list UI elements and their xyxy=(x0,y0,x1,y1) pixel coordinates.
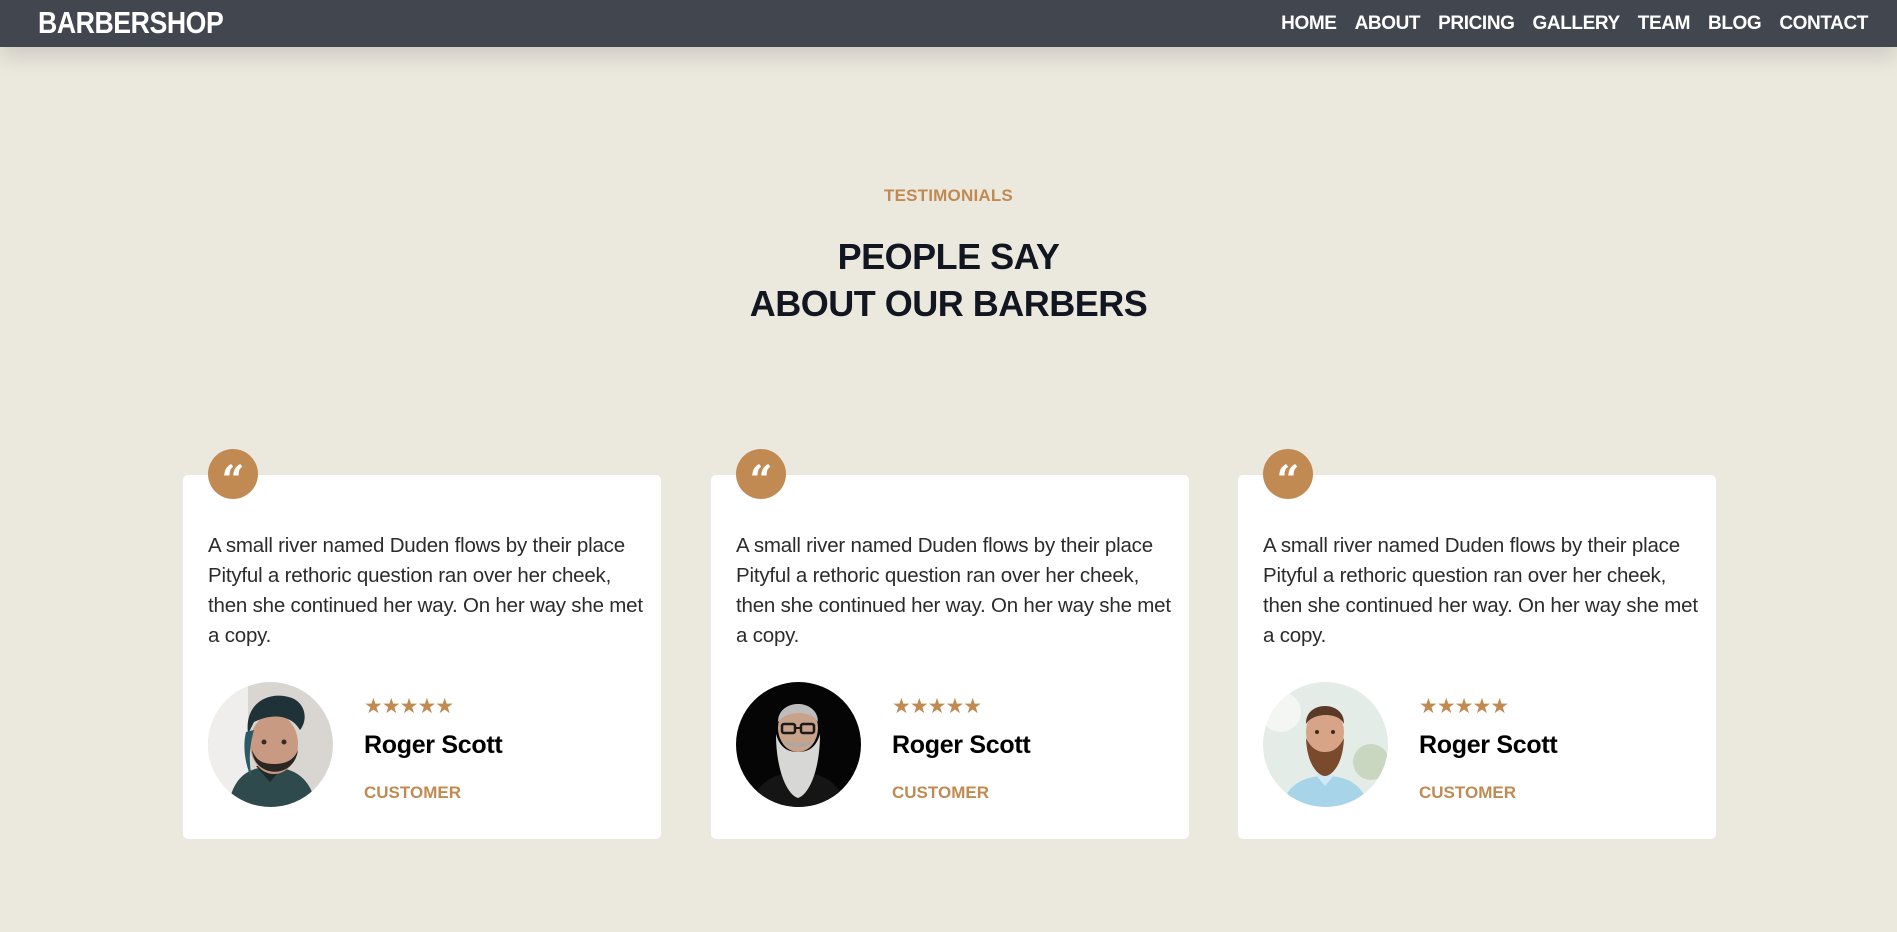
avatar xyxy=(736,682,861,807)
heading-line-2: ABOUT OUR BARBERS xyxy=(749,283,1148,324)
customer-name: Roger Scott xyxy=(1419,731,1558,759)
customer-role: CUSTOMER xyxy=(1419,783,1516,802)
nav-item-blog[interactable]: BLOG xyxy=(1708,13,1762,35)
testimonial-card: “ A small river named Duden flows by the… xyxy=(1238,449,1716,839)
rating-stars: ★★★★★ xyxy=(1419,694,1509,718)
section-heading: PEOPLE SAY ABOUT OUR BARBERS xyxy=(0,233,1897,327)
nav-item-team[interactable]: TEAM xyxy=(1638,13,1691,35)
testimonial-text: A small river named Duden flows by their… xyxy=(1263,534,1698,647)
rating-stars: ★★★★★ xyxy=(364,694,454,718)
customer-role: CUSTOMER xyxy=(364,783,461,802)
avatar xyxy=(1263,682,1388,807)
main-nav: HOME ABOUT PRICING GALLERY TEAM BLOG CON… xyxy=(1281,0,1868,47)
testimonial-card: “ A small river named Duden flows by the… xyxy=(183,449,661,839)
testimonial-text: A small river named Duden flows by their… xyxy=(736,534,1171,647)
quote-icon: “ xyxy=(1263,449,1313,501)
quote-icon: “ xyxy=(736,449,786,501)
nav-item-gallery[interactable]: GALLERY xyxy=(1533,13,1621,35)
brand-logo[interactable]: BARBERSHOP xyxy=(38,6,224,40)
rating-stars: ★★★★★ xyxy=(892,694,982,718)
customer-role: CUSTOMER xyxy=(892,783,989,802)
nav-item-home[interactable]: HOME xyxy=(1281,13,1337,35)
top-navbar: BARBERSHOP HOME ABOUT PRICING GALLERY TE… xyxy=(0,0,1897,47)
nav-item-pricing[interactable]: PRICING xyxy=(1438,13,1515,35)
nav-item-contact[interactable]: CONTACT xyxy=(1779,13,1868,35)
nav-item-about[interactable]: ABOUT xyxy=(1355,13,1421,35)
testimonial-text: A small river named Duden flows by their… xyxy=(208,534,643,647)
quote-icon: “ xyxy=(208,449,258,501)
customer-name: Roger Scott xyxy=(892,731,1031,759)
heading-line-1: PEOPLE SAY xyxy=(837,236,1060,277)
section-eyebrow: TESTIMONIALS xyxy=(884,186,1013,205)
customer-name: Roger Scott xyxy=(364,731,503,759)
testimonial-card: “ A small river named Duden flows by the… xyxy=(711,449,1189,839)
avatar xyxy=(208,682,333,807)
